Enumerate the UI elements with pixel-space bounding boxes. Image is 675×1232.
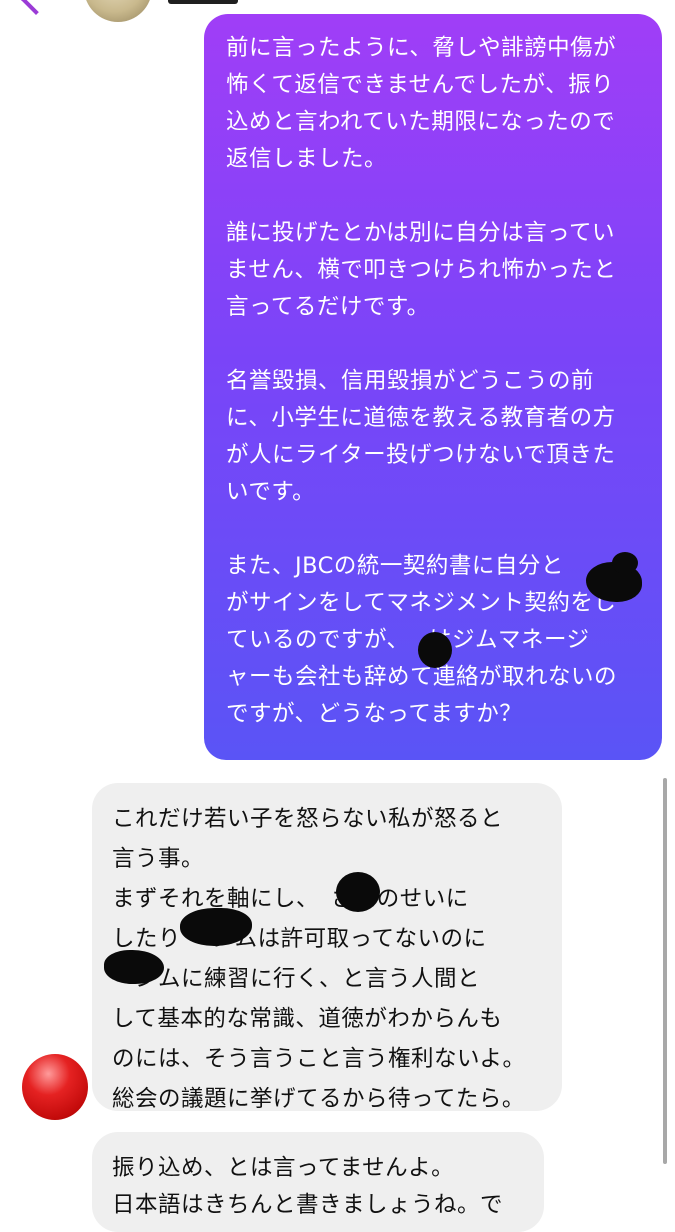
incoming-message-bubble[interactable]: これだけ若い子を怒らない私が怒ると 言う事。 まずそれを軸にし、 さんのせいに … xyxy=(92,783,562,1112)
redaction-mark xyxy=(612,552,638,574)
redaction-mark xyxy=(104,950,164,984)
redaction-mark xyxy=(336,872,380,912)
incoming-message-text: 振り込め、とは言ってませんよ。 日本語はきちんと書きましょうね。で xyxy=(112,1155,504,1218)
outgoing-message-text: 前に言ったように、脅しや誹謗中傷が 怖くて返信できませんでしたが、振り 込めと言… xyxy=(226,35,618,727)
incoming-message-text: これだけ若い子を怒らない私が怒ると 言う事。 まずそれを軸にし、 さんのせいに … xyxy=(112,806,526,1112)
contact-name-redacted[interactable] xyxy=(168,0,238,4)
redaction-mark xyxy=(418,632,452,668)
header-avatar[interactable] xyxy=(84,0,152,22)
chevron-left-icon[interactable] xyxy=(19,0,53,15)
sender-avatar[interactable] xyxy=(22,1054,88,1120)
incoming-message-bubble[interactable]: 振り込め、とは言ってませんよ。 日本語はきちんと書きましょうね。で xyxy=(92,1132,544,1232)
scrollbar-thumb[interactable] xyxy=(663,778,667,1164)
